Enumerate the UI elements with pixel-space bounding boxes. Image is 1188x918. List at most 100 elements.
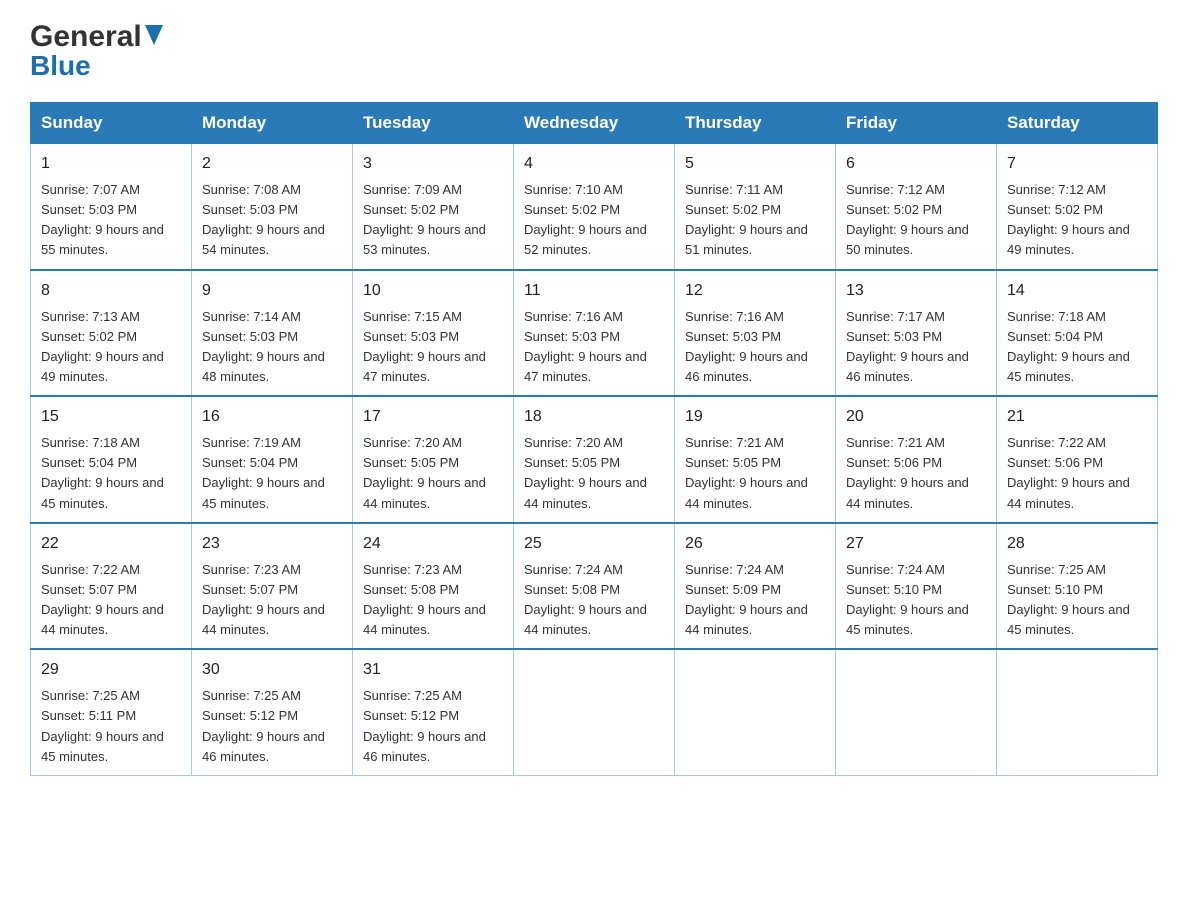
calendar-day-cell: 23 Sunrise: 7:23 AMSunset: 5:07 PMDayligh… bbox=[192, 523, 353, 650]
calendar-day-cell: 31 Sunrise: 7:25 AMSunset: 5:12 PMDayligh… bbox=[353, 649, 514, 775]
day-info: Sunrise: 7:23 AMSunset: 5:08 PMDaylight:… bbox=[363, 560, 503, 641]
calendar-day-cell: 10 Sunrise: 7:15 AMSunset: 5:03 PMDayligh… bbox=[353, 270, 514, 397]
calendar-day-cell: 2 Sunrise: 7:08 AMSunset: 5:03 PMDaylight… bbox=[192, 144, 353, 270]
day-info: Sunrise: 7:08 AMSunset: 5:03 PMDaylight:… bbox=[202, 180, 342, 261]
calendar-day-cell: 25 Sunrise: 7:24 AMSunset: 5:08 PMDayligh… bbox=[514, 523, 675, 650]
calendar-day-cell: 8 Sunrise: 7:13 AMSunset: 5:02 PMDaylight… bbox=[31, 270, 192, 397]
calendar-day-cell: 7 Sunrise: 7:12 AMSunset: 5:02 PMDaylight… bbox=[997, 144, 1158, 270]
calendar-table: SundayMondayTuesdayWednesdayThursdayFrid… bbox=[30, 102, 1158, 776]
page-header: General Blue bbox=[30, 20, 1158, 82]
day-number: 16 bbox=[202, 405, 342, 429]
day-number: 8 bbox=[41, 279, 181, 303]
day-number: 3 bbox=[363, 152, 503, 176]
calendar-day-cell: 15Sunrise: 7:18 AMSunset: 5:04 PMDayligh… bbox=[31, 396, 192, 523]
day-info: Sunrise: 7:07 AMSunset: 5:03 PMDaylight:… bbox=[41, 180, 181, 261]
weekday-header-saturday: Saturday bbox=[997, 103, 1158, 144]
day-info: Sunrise: 7:13 AMSunset: 5:02 PMDaylight:… bbox=[41, 307, 181, 388]
calendar-day-cell: 20 Sunrise: 7:21 AMSunset: 5:06 PMDayligh… bbox=[836, 396, 997, 523]
day-number: 31 bbox=[363, 658, 503, 682]
weekday-header-friday: Friday bbox=[836, 103, 997, 144]
calendar-day-cell: 6 Sunrise: 7:12 AMSunset: 5:02 PMDaylight… bbox=[836, 144, 997, 270]
weekday-header-sunday: Sunday bbox=[31, 103, 192, 144]
day-info: Sunrise: 7:14 AMSunset: 5:03 PMDaylight:… bbox=[202, 307, 342, 388]
day-info: Sunrise: 7:09 AMSunset: 5:02 PMDaylight:… bbox=[363, 180, 503, 261]
day-number: 4 bbox=[524, 152, 664, 176]
calendar-day-cell: 11Sunrise: 7:16 AMSunset: 5:03 PMDayligh… bbox=[514, 270, 675, 397]
calendar-week-row: 15Sunrise: 7:18 AMSunset: 5:04 PMDayligh… bbox=[31, 396, 1158, 523]
logo: General Blue bbox=[30, 20, 163, 82]
day-info: Sunrise: 7:17 AMSunset: 5:03 PMDaylight:… bbox=[846, 307, 986, 388]
day-info: Sunrise: 7:11 AMSunset: 5:02 PMDaylight:… bbox=[685, 180, 825, 261]
day-info: Sunrise: 7:16 AMSunset: 5:03 PMDaylight:… bbox=[685, 307, 825, 388]
day-number: 21 bbox=[1007, 405, 1147, 429]
calendar-day-cell: 5 Sunrise: 7:11 AMSunset: 5:02 PMDaylight… bbox=[675, 144, 836, 270]
calendar-day-cell: 22Sunrise: 7:22 AMSunset: 5:07 PMDayligh… bbox=[31, 523, 192, 650]
day-info: Sunrise: 7:25 AMSunset: 5:11 PMDaylight:… bbox=[41, 686, 181, 767]
calendar-day-cell: 24 Sunrise: 7:23 AMSunset: 5:08 PMDayligh… bbox=[353, 523, 514, 650]
day-number: 27 bbox=[846, 532, 986, 556]
day-info: Sunrise: 7:21 AMSunset: 5:05 PMDaylight:… bbox=[685, 433, 825, 514]
calendar-week-row: 22Sunrise: 7:22 AMSunset: 5:07 PMDayligh… bbox=[31, 523, 1158, 650]
day-info: Sunrise: 7:25 AMSunset: 5:10 PMDaylight:… bbox=[1007, 560, 1147, 641]
day-number: 20 bbox=[846, 405, 986, 429]
day-number: 12 bbox=[685, 279, 825, 303]
day-number: 30 bbox=[202, 658, 342, 682]
day-info: Sunrise: 7:22 AMSunset: 5:06 PMDaylight:… bbox=[1007, 433, 1147, 514]
weekday-header-tuesday: Tuesday bbox=[353, 103, 514, 144]
day-info: Sunrise: 7:24 AMSunset: 5:08 PMDaylight:… bbox=[524, 560, 664, 641]
day-info: Sunrise: 7:10 AMSunset: 5:02 PMDaylight:… bbox=[524, 180, 664, 261]
calendar-day-cell: 12 Sunrise: 7:16 AMSunset: 5:03 PMDayligh… bbox=[675, 270, 836, 397]
weekday-header-wednesday: Wednesday bbox=[514, 103, 675, 144]
day-info: Sunrise: 7:25 AMSunset: 5:12 PMDaylight:… bbox=[202, 686, 342, 767]
calendar-day-cell: 3 Sunrise: 7:09 AMSunset: 5:02 PMDaylight… bbox=[353, 144, 514, 270]
day-number: 17 bbox=[363, 405, 503, 429]
day-info: Sunrise: 7:20 AMSunset: 5:05 PMDaylight:… bbox=[363, 433, 503, 514]
day-info: Sunrise: 7:24 AMSunset: 5:10 PMDaylight:… bbox=[846, 560, 986, 641]
day-number: 29 bbox=[41, 658, 181, 682]
day-info: Sunrise: 7:25 AMSunset: 5:12 PMDaylight:… bbox=[363, 686, 503, 767]
day-info: Sunrise: 7:23 AMSunset: 5:07 PMDaylight:… bbox=[202, 560, 342, 641]
calendar-week-row: 1 Sunrise: 7:07 AMSunset: 5:03 PMDaylight… bbox=[31, 144, 1158, 270]
day-info: Sunrise: 7:12 AMSunset: 5:02 PMDaylight:… bbox=[846, 180, 986, 261]
day-number: 26 bbox=[685, 532, 825, 556]
day-number: 13 bbox=[846, 279, 986, 303]
calendar-day-cell: 18 Sunrise: 7:20 AMSunset: 5:05 PMDayligh… bbox=[514, 396, 675, 523]
day-number: 5 bbox=[685, 152, 825, 176]
day-number: 19 bbox=[685, 405, 825, 429]
day-number: 24 bbox=[363, 532, 503, 556]
calendar-day-cell: 27 Sunrise: 7:24 AMSunset: 5:10 PMDayligh… bbox=[836, 523, 997, 650]
day-number: 9 bbox=[202, 279, 342, 303]
calendar-week-row: 29 Sunrise: 7:25 AMSunset: 5:11 PMDayligh… bbox=[31, 649, 1158, 775]
calendar-day-cell: 14Sunrise: 7:18 AMSunset: 5:04 PMDayligh… bbox=[997, 270, 1158, 397]
day-number: 28 bbox=[1007, 532, 1147, 556]
calendar-day-cell: 30 Sunrise: 7:25 AMSunset: 5:12 PMDayligh… bbox=[192, 649, 353, 775]
day-info: Sunrise: 7:18 AMSunset: 5:04 PMDaylight:… bbox=[1007, 307, 1147, 388]
day-info: Sunrise: 7:20 AMSunset: 5:05 PMDaylight:… bbox=[524, 433, 664, 514]
calendar-day-cell: 13 Sunrise: 7:17 AMSunset: 5:03 PMDayligh… bbox=[836, 270, 997, 397]
weekday-header-monday: Monday bbox=[192, 103, 353, 144]
calendar-day-cell: 28 Sunrise: 7:25 AMSunset: 5:10 PMDayligh… bbox=[997, 523, 1158, 650]
day-number: 11 bbox=[524, 279, 664, 303]
day-info: Sunrise: 7:12 AMSunset: 5:02 PMDaylight:… bbox=[1007, 180, 1147, 261]
day-number: 6 bbox=[846, 152, 986, 176]
calendar-day-cell: 16 Sunrise: 7:19 AMSunset: 5:04 PMDayligh… bbox=[192, 396, 353, 523]
day-info: Sunrise: 7:15 AMSunset: 5:03 PMDaylight:… bbox=[363, 307, 503, 388]
calendar-day-cell: 29 Sunrise: 7:25 AMSunset: 5:11 PMDayligh… bbox=[31, 649, 192, 775]
day-info: Sunrise: 7:21 AMSunset: 5:06 PMDaylight:… bbox=[846, 433, 986, 514]
calendar-day-cell: 19 Sunrise: 7:21 AMSunset: 5:05 PMDayligh… bbox=[675, 396, 836, 523]
logo-text-general: General bbox=[30, 20, 142, 54]
calendar-day-cell bbox=[514, 649, 675, 775]
day-number: 10 bbox=[363, 279, 503, 303]
day-number: 18 bbox=[524, 405, 664, 429]
logo-text-blue: Blue bbox=[30, 50, 91, 82]
day-number: 7 bbox=[1007, 152, 1147, 176]
day-info: Sunrise: 7:19 AMSunset: 5:04 PMDaylight:… bbox=[202, 433, 342, 514]
day-number: 1 bbox=[41, 152, 181, 176]
calendar-day-cell: 1 Sunrise: 7:07 AMSunset: 5:03 PMDaylight… bbox=[31, 144, 192, 270]
day-number: 23 bbox=[202, 532, 342, 556]
calendar-week-row: 8 Sunrise: 7:13 AMSunset: 5:02 PMDaylight… bbox=[31, 270, 1158, 397]
day-number: 25 bbox=[524, 532, 664, 556]
day-number: 2 bbox=[202, 152, 342, 176]
logo-arrow-icon bbox=[145, 25, 163, 50]
calendar-day-cell: 4 Sunrise: 7:10 AMSunset: 5:02 PMDaylight… bbox=[514, 144, 675, 270]
